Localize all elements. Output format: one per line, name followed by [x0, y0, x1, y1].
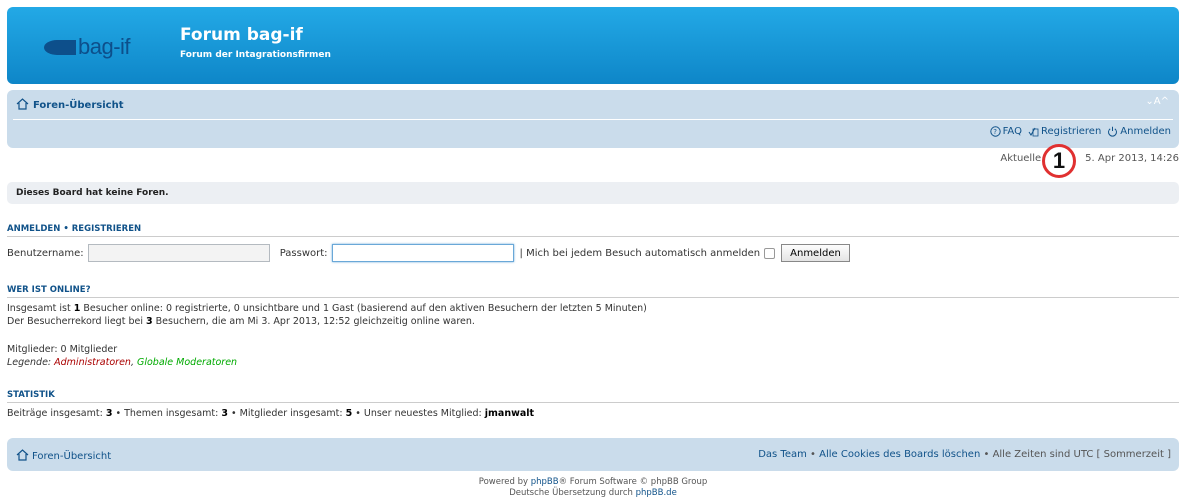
posts-label: Beiträge insgesamt: [7, 408, 106, 419]
newest-member-label: • Unser neuestes Mitglied: [352, 408, 485, 419]
register-section-link[interactable]: REGISTRIEREN [72, 224, 141, 234]
timezone-info: Alle Zeiten sind UTC [ Sommerzeit ] [992, 449, 1171, 460]
online-line-2-post: Besuchern, die am Mi 3. Apr 2013, 12:52 … [152, 316, 475, 327]
delete-cookies-link[interactable]: Alle Cookies des Boards löschen [819, 449, 980, 460]
stats-line: Beiträge insgesamt: 3 • Themen insgesamt… [7, 407, 534, 420]
home-icon [16, 98, 29, 110]
section-divider [7, 297, 1179, 298]
password-input[interactable] [331, 244, 514, 262]
breadcrumb-home-link[interactable]: Foren-Übersicht [33, 100, 123, 111]
username-input[interactable] [87, 244, 270, 262]
login-submit-button[interactable]: Anmelden [781, 244, 850, 262]
logo-mark-tail [64, 40, 76, 55]
annotation-marker: 1 [1042, 144, 1076, 178]
footer-home-link[interactable]: Foren-Übersicht [32, 451, 111, 462]
footer-breadcrumb[interactable]: Foren-Übersicht [16, 449, 111, 462]
footer-links: Das Team • Alle Cookies des Boards lösch… [758, 449, 1171, 460]
site-logo[interactable]: bag-if [44, 34, 154, 60]
legend-label: Legende: [7, 357, 55, 368]
members-info: Mitglieder: 0 Mitglieder Legende: Admini… [7, 343, 237, 369]
svg-text:?: ? [993, 128, 997, 136]
translation-pre: Deutsche Übersetzung durch [509, 488, 636, 498]
register-icon [1028, 127, 1039, 137]
footer-separator: • [980, 449, 993, 460]
current-time: Aktuelle Z 5. Apr 2013, 14:26 [1000, 153, 1179, 164]
online-line-1-pre: Insgesamt ist [7, 303, 74, 314]
online-line-2: Der Besucherrekord liegt bei 3 Besuchern… [7, 315, 647, 328]
site-header: bag-if Forum bag-if Forum der Intagratio… [7, 7, 1179, 84]
faq-link[interactable]: ? FAQ [989, 126, 1022, 137]
no-forums-notice: Dieses Board hat keine Foren. [7, 182, 1179, 204]
site-title: Forum bag-if [180, 25, 303, 45]
section-divider [7, 402, 1179, 403]
current-time-value: 5. Apr 2013, 14:26 [1085, 153, 1179, 164]
online-members: Mitglieder: 0 Mitglieder [7, 344, 118, 355]
powered-by-pre: Powered by [478, 477, 531, 487]
legend: Legende: Administratoren, Globale Modera… [7, 356, 237, 369]
logo-text: bag-if [78, 34, 131, 59]
members-label: • Mitglieder insgesamt: [227, 408, 346, 419]
powered-by-line: Powered by phpBB® Forum Software © phpBB… [0, 477, 1186, 488]
online-line-1-post: Besucher online: 0 registrierte, 0 unsic… [80, 303, 647, 314]
record-count: 3 [145, 316, 153, 327]
login-section-separator: • [63, 224, 69, 234]
site-description: Forum der Intagrationsfirmen [180, 50, 331, 60]
login-label[interactable]: Anmelden [1120, 126, 1171, 137]
online-info: Insgesamt ist 1 Besucher online: 0 regis… [7, 302, 647, 328]
topics-label: • Themen insgesamt: [112, 408, 222, 419]
font-resize-control[interactable]: ⌄A^ [1145, 96, 1169, 107]
phpbb-de-link[interactable]: phpBB.de [636, 488, 677, 498]
autologin-label: | Mich bei jedem Besuch automatisch anme… [519, 247, 761, 259]
help-icon: ? [989, 126, 1001, 137]
legend-admin-link[interactable]: Administratoren [54, 357, 131, 368]
register-label[interactable]: Registrieren [1041, 126, 1101, 137]
online-section-title: WER IST ONLINE? [7, 285, 91, 295]
topics-count: 3 [221, 408, 228, 419]
newest-member-link[interactable]: jmanwalt [485, 408, 534, 419]
login-section-link[interactable]: ANMELDEN [7, 224, 60, 234]
autologin-checkbox[interactable] [764, 247, 776, 259]
login-link[interactable]: Anmelden [1107, 126, 1171, 137]
password-label: Passwort: [279, 247, 328, 259]
power-icon [1108, 126, 1118, 137]
team-link[interactable]: Das Team [758, 449, 807, 460]
online-line-1: Insgesamt ist 1 Besucher online: 0 regis… [7, 302, 647, 315]
home-icon [16, 449, 29, 461]
breadcrumb[interactable]: Foren-Übersicht [16, 98, 123, 111]
copyright: Powered by phpBB® Forum Software © phpBB… [0, 477, 1186, 499]
footer-navbar: Foren-Übersicht Das Team • Alle Cookies … [7, 438, 1179, 471]
login-section-title: ANMELDEN • REGISTRIEREN [7, 224, 141, 234]
footer-separator: • [806, 449, 820, 460]
translation-line: Deutsche Übersetzung durch phpBB.de [0, 488, 1186, 499]
powered-by-post: ® Forum Software © phpBB Group [558, 477, 708, 487]
phpbb-link[interactable]: phpBB [531, 477, 559, 487]
login-form: Benutzername: Passwort: | Mich bei jedem… [7, 244, 850, 262]
legend-gmod-link[interactable]: Globale Moderatoren [137, 357, 237, 368]
register-link[interactable]: Registrieren [1028, 126, 1101, 137]
stats-section-title: STATISTIK [7, 390, 55, 400]
section-divider [7, 236, 1179, 237]
faq-label[interactable]: FAQ [1003, 126, 1022, 137]
navbar-links: ? FAQ Registrieren Anmelden [989, 126, 1171, 137]
username-label: Benutzername: [7, 247, 84, 259]
navbar: Foren-Übersicht ⌄A^ ? FAQ Registrieren A… [7, 90, 1179, 148]
navbar-divider [13, 119, 1173, 120]
online-line-2-pre: Der Besucherrekord liegt bei [7, 316, 146, 327]
